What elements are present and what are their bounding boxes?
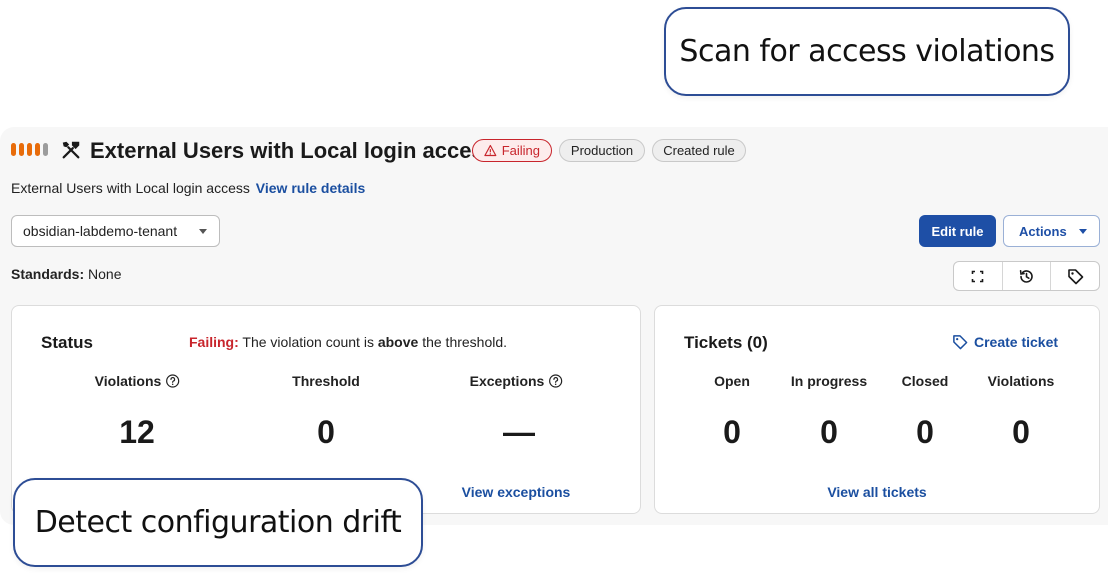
standards-value: None xyxy=(88,266,122,282)
severity-bar xyxy=(27,143,32,156)
severity-bar xyxy=(43,143,48,156)
status-message-post: the threshold. xyxy=(422,334,508,350)
rule-description-text: External Users with Local login access xyxy=(11,180,250,196)
create-ticket-button[interactable]: Create ticket xyxy=(952,334,1058,350)
actions-dropdown-button[interactable]: Actions xyxy=(1003,215,1100,247)
actions-label: Actions xyxy=(1019,223,1067,239)
status-badge-failing: Failing xyxy=(472,139,552,162)
tag-button[interactable] xyxy=(1051,262,1099,290)
view-exceptions-link[interactable]: View exceptions xyxy=(462,484,571,500)
standards-label: Standards: xyxy=(11,266,85,282)
view-icon-group xyxy=(953,261,1100,291)
chevron-down-icon xyxy=(199,229,207,234)
exceptions-label-text: Exceptions xyxy=(469,373,545,389)
history-button[interactable] xyxy=(1003,262,1052,290)
tickets-card-title: Tickets (0) xyxy=(684,333,768,352)
violations-label-text: Violations xyxy=(94,373,162,389)
create-ticket-label: Create ticket xyxy=(974,334,1059,350)
rule-description: External Users with Local login access V… xyxy=(11,180,365,196)
tag-icon xyxy=(953,335,968,350)
warning-icon xyxy=(484,144,497,157)
severity-bar xyxy=(19,143,24,156)
status-badge-label: Failing xyxy=(501,143,540,158)
callout-configuration-drift: Detect configuration drift xyxy=(13,478,423,567)
callout-scan-violations: Scan for access violations xyxy=(664,7,1070,96)
tenant-select-value: obsidian-labdemo-tenant xyxy=(23,223,178,239)
origin-badge: Created rule xyxy=(652,139,746,162)
rule-title: External Users with Local login access xyxy=(90,138,496,163)
expand-icon xyxy=(972,270,984,282)
exceptions-value: — xyxy=(503,414,535,450)
in-progress-count: 0 xyxy=(820,414,838,450)
status-message: Failing: The violation count is above th… xyxy=(189,334,507,350)
tools-icon xyxy=(62,141,80,159)
tenant-select[interactable]: obsidian-labdemo-tenant xyxy=(11,215,220,247)
severity-bar xyxy=(11,143,16,156)
threshold-value: 0 xyxy=(317,414,335,450)
in-progress-label: In progress xyxy=(790,373,868,389)
view-all-tickets-link[interactable]: View all tickets xyxy=(827,484,926,500)
environment-badge: Production xyxy=(559,139,645,162)
ticket-violations-count: 0 xyxy=(1012,414,1030,450)
exceptions-label: Exceptions xyxy=(470,373,563,389)
closed-count: 0 xyxy=(916,414,934,450)
tickets-card: Tickets (0) Create ticket Open In progre… xyxy=(654,305,1100,514)
status-state: Failing: xyxy=(189,334,239,350)
open-count: 0 xyxy=(723,414,741,450)
violations-count: 12 xyxy=(119,414,155,450)
threshold-label-text: Threshold xyxy=(292,373,360,389)
expand-button[interactable] xyxy=(954,262,1003,290)
tag-icon xyxy=(1067,268,1083,284)
status-message-bold: above xyxy=(377,334,419,350)
ticket-violations-label: Violations xyxy=(987,373,1055,389)
chevron-down-icon xyxy=(1078,228,1087,234)
history-icon xyxy=(1019,269,1033,283)
closed-label: Closed xyxy=(901,373,949,389)
severity-bar xyxy=(35,143,40,156)
violations-label: Violations xyxy=(95,373,180,389)
help-icon[interactable] xyxy=(165,374,179,388)
threshold-label: Threshold xyxy=(292,373,360,389)
status-card-title: Status xyxy=(41,333,93,352)
help-icon[interactable] xyxy=(548,374,562,388)
edit-rule-button[interactable]: Edit rule xyxy=(919,215,996,247)
open-label: Open xyxy=(714,373,750,389)
view-rule-details-link[interactable]: View rule details xyxy=(256,180,365,196)
severity-indicator xyxy=(11,143,48,156)
standards-row: Standards: None xyxy=(11,266,121,282)
status-message-pre: The violation count is xyxy=(242,334,374,350)
